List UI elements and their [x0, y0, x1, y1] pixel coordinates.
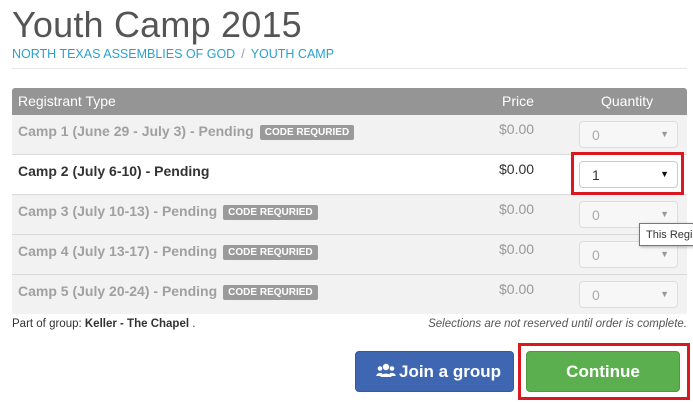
- tooltip: This Regi: [639, 223, 693, 246]
- breadcrumb: NORTH TEXAS ASSEMBLIES OF GOD / YOUTH CAMP: [12, 47, 334, 61]
- code-required-badge: CODE REQURIED: [223, 205, 318, 220]
- quantity-value: 0: [592, 287, 600, 303]
- price-value: $0.00: [499, 281, 535, 297]
- registrant-type-label: Camp 5 (July 20-24) - Pending: [18, 283, 218, 299]
- chevron-down-icon: ▼: [660, 249, 669, 259]
- price-value: $0.00: [499, 121, 535, 137]
- table-row: Camp 1 (June 29 - July 3) - Pending CODE …: [12, 115, 687, 155]
- code-required-badge: CODE REQURIED: [223, 285, 318, 300]
- price-value: $0.00: [499, 201, 535, 217]
- divider: [12, 68, 687, 69]
- group-suffix: .: [189, 318, 196, 330]
- breadcrumb-separator: /: [241, 47, 245, 61]
- registrant-type-label: Camp 3 (July 10-13) - Pending: [18, 203, 218, 219]
- quantity-value: 0: [592, 127, 600, 143]
- header-quantity: Quantity: [601, 93, 654, 109]
- join-group-button[interactable]: Join a group: [355, 351, 514, 392]
- chevron-down-icon: ▼: [660, 289, 669, 299]
- breadcrumb-youth-camp[interactable]: YOUTH CAMP: [251, 47, 334, 61]
- highlight-continue-button: [518, 343, 690, 400]
- registrant-type-label: Camp 1 (June 29 - July 3) - Pending: [18, 123, 254, 139]
- join-group-label: Join a group: [399, 362, 501, 381]
- registrant-table: Registrant Type Price Quantity Camp 1 (J…: [12, 88, 687, 314]
- users-icon: [376, 363, 396, 377]
- quantity-value: 0: [592, 247, 600, 263]
- price-value: $0.00: [499, 161, 535, 177]
- header-price: Price: [502, 93, 534, 109]
- group-info: Part of group: Keller - The Chapel .: [12, 318, 195, 330]
- table-header: Registrant Type Price Quantity: [12, 88, 687, 115]
- table-row: Camp 3 (July 10-13) - Pending CODE REQURI…: [12, 195, 687, 235]
- reservation-note: Selections are not reserved until order …: [428, 318, 687, 330]
- price-value: $0.00: [499, 241, 535, 257]
- page-title: Youth Camp 2015: [12, 4, 302, 45]
- header-registrant-type: Registrant Type: [18, 93, 116, 109]
- registrant-type-label: Camp 4 (July 13-17) - Pending: [18, 243, 218, 259]
- breadcrumb-organization[interactable]: NORTH TEXAS ASSEMBLIES OF GOD: [12, 47, 235, 61]
- highlight-quantity-box: [571, 152, 684, 195]
- quantity-select[interactable]: 0 ▼: [579, 281, 678, 308]
- table-row: Camp 4 (July 13-17) - Pending CODE REQURI…: [12, 235, 687, 275]
- chevron-down-icon: ▼: [660, 129, 669, 139]
- table-row: Camp 5 (July 20-24) - Pending CODE REQURI…: [12, 275, 687, 314]
- quantity-select[interactable]: 0 ▼: [579, 121, 678, 148]
- code-required-badge: CODE REQURIED: [259, 125, 355, 140]
- group-prefix: Part of group:: [12, 318, 85, 330]
- quantity-value: 0: [592, 207, 600, 223]
- group-name: Keller - The Chapel: [84, 318, 190, 330]
- registrant-type-label: Camp 2 (July 6-10) - Pending: [18, 163, 210, 179]
- code-required-badge: CODE REQURIED: [223, 245, 318, 260]
- chevron-down-icon: ▼: [660, 209, 669, 219]
